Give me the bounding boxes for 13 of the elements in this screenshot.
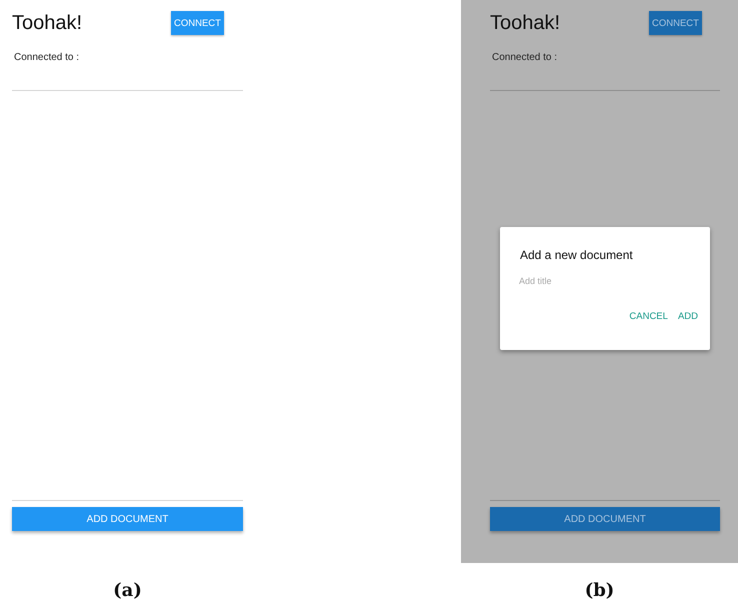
- connect-button[interactable]: CONNECT: [171, 11, 224, 35]
- app-title: Toohak!: [12, 12, 82, 34]
- connected-label: Connected to :: [14, 52, 80, 63]
- connected-label: Connected to :: [492, 52, 558, 63]
- app-title: Toohak!: [490, 12, 560, 34]
- connect-button[interactable]: CONNECT: [649, 11, 702, 35]
- figure-caption: (b): [584, 580, 614, 601]
- add-document-button[interactable]: ADD DOCUMENT: [12, 507, 243, 531]
- dialog-button[interactable]: CANCEL: [629, 311, 668, 322]
- dialog-title: Add a new document: [520, 248, 634, 262]
- figure-caption: (a): [113, 580, 142, 601]
- dialog-button[interactable]: ADD: [678, 311, 698, 322]
- add-document-button[interactable]: ADD DOCUMENT: [490, 507, 720, 531]
